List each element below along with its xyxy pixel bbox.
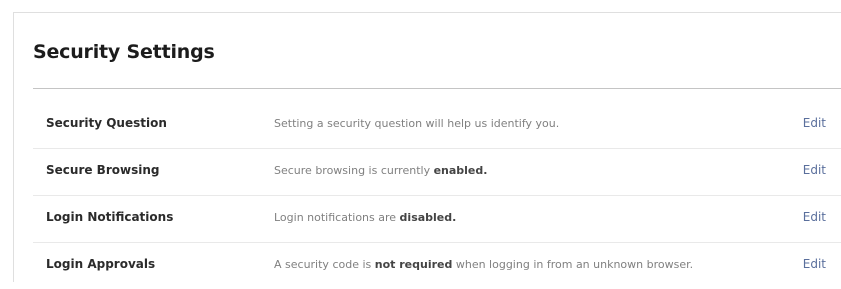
- edit-security-question-link[interactable]: Edit: [803, 116, 826, 130]
- setting-description-tail: when logging in from an unknown browser.: [452, 258, 694, 271]
- setting-description: Secure browsing is currently enabled.: [274, 164, 487, 177]
- edit-login-notifications-link[interactable]: Edit: [803, 210, 826, 224]
- title-divider: [33, 88, 841, 89]
- setting-row-login-notifications: Login Notifications Login notifications …: [33, 196, 841, 243]
- setting-description-text: A security code is: [274, 258, 375, 271]
- setting-description: Setting a security question will help us…: [274, 117, 559, 130]
- setting-label: Secure Browsing: [46, 163, 160, 177]
- setting-label: Login Notifications: [46, 210, 174, 224]
- security-settings-panel: Security Settings Security Question Sett…: [13, 12, 841, 282]
- setting-row-login-approvals: Login Approvals A security code is not r…: [33, 243, 841, 289]
- setting-label: Security Question: [46, 116, 167, 130]
- setting-description-emphasis: disabled.: [399, 211, 457, 224]
- setting-description: A security code is not required when log…: [274, 258, 693, 271]
- setting-row-secure-browsing: Secure Browsing Secure browsing is curre…: [33, 149, 841, 196]
- setting-description-emphasis: enabled.: [433, 164, 488, 177]
- setting-description-text: Login notifications are: [274, 211, 400, 224]
- edit-secure-browsing-link[interactable]: Edit: [803, 163, 826, 177]
- edit-login-approvals-link[interactable]: Edit: [803, 257, 826, 271]
- setting-description: Login notifications are disabled.: [274, 211, 456, 224]
- setting-label: Login Approvals: [46, 257, 156, 271]
- settings-list: Security Question Setting a security que…: [33, 102, 841, 289]
- page-title: Security Settings: [33, 41, 215, 63]
- setting-description-text: Setting a security question will help us…: [274, 117, 560, 130]
- setting-row-security-question: Security Question Setting a security que…: [33, 102, 841, 149]
- setting-description-text: Secure browsing is currently: [274, 164, 434, 177]
- setting-description-emphasis: not required: [374, 258, 453, 271]
